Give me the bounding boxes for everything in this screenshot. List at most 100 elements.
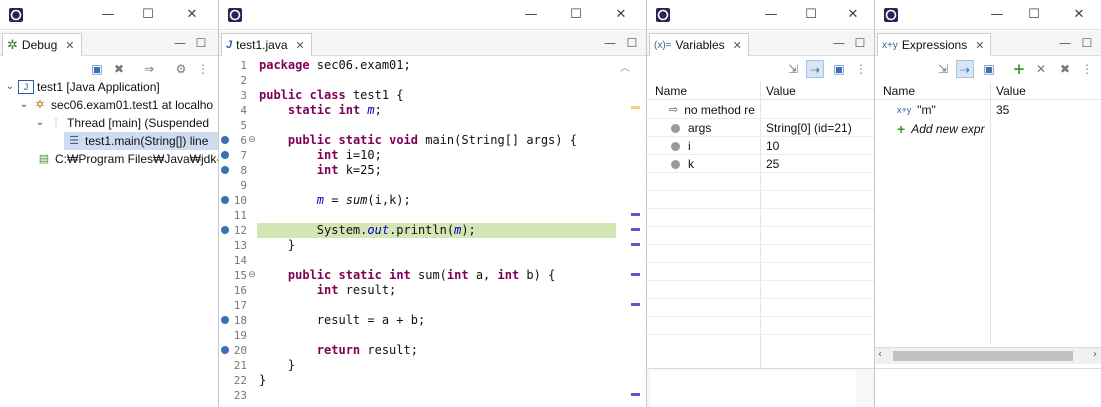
code-line[interactable]: } — [257, 238, 616, 253]
code-line[interactable]: public class test1 { — [257, 88, 616, 103]
breakpoint-marker-icon[interactable] — [221, 151, 229, 159]
scroll-left-icon[interactable]: ‹ — [878, 349, 882, 360]
minimize-button[interactable]: — — [988, 6, 1006, 24]
close-button[interactable]: ✕ — [844, 6, 862, 24]
overview-marker[interactable] — [631, 213, 640, 216]
tab-debug[interactable]: ✲ Debug ✕ — [2, 33, 82, 56]
code-line[interactable] — [257, 298, 616, 313]
overview-marker[interactable] — [631, 228, 640, 231]
variable-row[interactable]: k 25 — [647, 155, 874, 173]
tree-item-process[interactable]: ▤ C:₩Program Files₩Java₩jdk-1 — [34, 150, 218, 168]
maximize-view-icon[interactable]: ☐ — [624, 35, 640, 51]
code-line[interactable] — [257, 328, 616, 343]
tab-variables[interactable]: (x)= Variables ✕ — [649, 33, 749, 56]
show-type-names-icon[interactable]: ⇲ — [934, 60, 952, 78]
view-menu-icon[interactable]: ⋮ — [194, 60, 212, 78]
view-menu-icon[interactable]: ⋮ — [1078, 60, 1096, 78]
view-menu-icon[interactable]: ⋮ — [852, 60, 870, 78]
minimize-view-icon[interactable]: — — [602, 35, 618, 51]
maximize-button[interactable]: ☐ — [1025, 6, 1043, 24]
detail-pane[interactable] — [647, 368, 874, 407]
maximize-view-icon[interactable]: ☐ — [1079, 35, 1095, 51]
current-instruction-line[interactable]: System.out.println(m); — [257, 223, 616, 238]
minimize-button[interactable]: — — [99, 6, 117, 24]
code-line[interactable] — [257, 178, 616, 193]
chevron-down-icon[interactable]: ⌄ — [18, 96, 30, 114]
code-line[interactable]: m = sum(i,k); — [257, 193, 616, 208]
close-button[interactable]: ✕ — [183, 6, 201, 24]
minimize-button[interactable]: — — [762, 6, 780, 24]
breakpoint-marker-icon[interactable] — [221, 166, 229, 174]
code-line[interactable] — [257, 73, 616, 88]
tab-test1-java[interactable]: J test1.java ✕ — [221, 33, 312, 56]
tree-item-launch[interactable]: ⌄ J test1 [Java Application] — [4, 78, 160, 96]
overview-marker[interactable] — [631, 303, 640, 306]
line-number-ruler[interactable]: 1 2 3 4 5 6 ⊖ 7 8 9 10 11 12 13 14 15 ⊖ 16 17 18 19 20 21 22 23 — [219, 57, 257, 407]
minimize-view-icon[interactable]: — — [1057, 35, 1073, 51]
column-header-value[interactable]: Value — [990, 82, 1026, 100]
maximize-button[interactable]: ☐ — [802, 6, 820, 24]
tree-item-target[interactable]: ⌄ ✲ sec06.exam01.test1 at localho — [18, 96, 213, 114]
breakpoint-marker-icon[interactable] — [221, 346, 229, 354]
remove-expression-icon[interactable]: ✕ — [1032, 60, 1050, 78]
code-line[interactable]: int k=25; — [257, 163, 616, 178]
minimize-view-icon[interactable]: — — [172, 35, 188, 51]
add-expression-icon[interactable]: + — [1010, 60, 1028, 78]
code-line[interactable]: public static void main(String[] args) { — [257, 133, 616, 148]
overview-ruler[interactable]: ︿ — [616, 57, 646, 407]
fold-collapse-icon[interactable]: ⊖ — [247, 134, 257, 146]
add-new-expression-row[interactable]: + Add new expr — [875, 120, 1101, 138]
close-tab-icon[interactable]: ✕ — [65, 39, 74, 52]
breakpoint-marker-icon[interactable] — [221, 226, 229, 234]
code-editor[interactable]: package sec06.exam01; public class test1 … — [257, 57, 616, 407]
collapse-all-icon[interactable]: ▣ — [88, 60, 106, 78]
close-button[interactable]: ✕ — [612, 6, 630, 24]
code-line[interactable] — [257, 208, 616, 223]
scroll-right-icon[interactable]: › — [1093, 349, 1097, 360]
column-header-name[interactable]: Name — [877, 82, 987, 100]
overview-marker[interactable] — [631, 273, 640, 276]
chevron-down-icon[interactable]: ⌄ — [4, 78, 16, 96]
code-line[interactable] — [257, 118, 616, 133]
close-tab-icon[interactable]: ✕ — [296, 39, 305, 52]
show-logical-structure-icon[interactable]: ⇢ — [956, 60, 974, 78]
column-header-name[interactable]: Name — [649, 82, 759, 100]
code-line[interactable] — [257, 253, 616, 268]
show-logical-structure-icon[interactable]: ⇢ — [806, 60, 824, 78]
fold-collapse-icon[interactable]: ⊖ — [247, 269, 257, 281]
maximize-button[interactable]: ☐ — [567, 6, 585, 24]
column-header-value[interactable]: Value — [760, 82, 796, 100]
code-line[interactable] — [257, 388, 616, 403]
remove-terminated-icon[interactable]: ✖ — [110, 60, 128, 78]
close-tab-icon[interactable]: ✕ — [975, 39, 984, 52]
code-line[interactable]: result = a + b; — [257, 313, 616, 328]
tree-item-stack-frame[interactable]: ☰ test1.main(String[]) line — [64, 132, 218, 150]
code-line[interactable]: package sec06.exam01; — [257, 58, 616, 73]
code-line[interactable]: return result; — [257, 343, 616, 358]
code-line[interactable]: public static int sum(int a, int b) { — [257, 268, 616, 283]
variable-row[interactable]: args String[0] (id=21) — [647, 119, 874, 137]
horizontal-scrollbar[interactable]: ‹ › — [875, 347, 1101, 364]
expression-row[interactable]: x+y "m" 35 — [875, 101, 1101, 119]
maximize-view-icon[interactable]: ☐ — [193, 35, 209, 51]
minimize-button[interactable]: — — [522, 6, 540, 24]
code-line[interactable]: } — [257, 358, 616, 373]
code-line[interactable]: int i=10; — [257, 148, 616, 163]
breakpoint-marker-icon[interactable] — [221, 136, 229, 144]
code-line[interactable]: } — [257, 373, 616, 388]
debug-actions-icon[interactable]: ⚙ — [172, 60, 190, 78]
variable-row[interactable]: i 10 — [647, 137, 874, 155]
close-tab-icon[interactable]: ✕ — [733, 39, 742, 52]
breakpoint-marker-icon[interactable] — [221, 316, 229, 324]
step-filter-icon[interactable]: ⇒ — [140, 60, 158, 78]
scrollbar-thumb[interactable] — [893, 351, 1073, 361]
tab-expressions[interactable]: x+y Expressions ✕ — [877, 33, 992, 56]
maximize-view-icon[interactable]: ☐ — [852, 35, 868, 51]
show-type-names-icon[interactable]: ⇲ — [784, 60, 802, 78]
overview-marker[interactable] — [631, 393, 640, 396]
chevron-down-icon[interactable]: ⌄ — [34, 114, 46, 132]
close-button[interactable]: ✕ — [1070, 6, 1088, 24]
collapse-all-icon[interactable]: ▣ — [830, 60, 848, 78]
collapse-all-icon[interactable]: ▣ — [980, 60, 998, 78]
detail-pane[interactable] — [875, 368, 1101, 407]
